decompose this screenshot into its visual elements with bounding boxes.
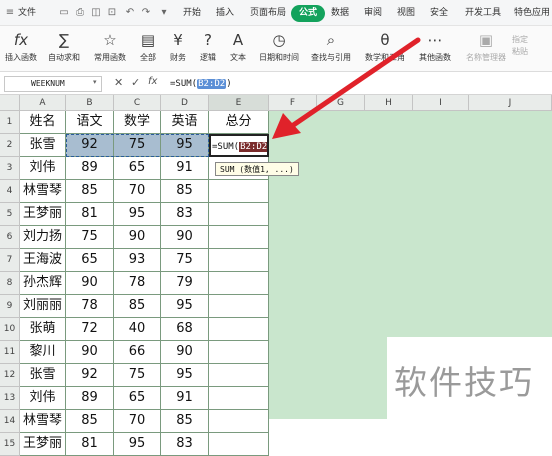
- row-header-15[interactable]: 15: [0, 433, 20, 456]
- total-cell[interactable]: [209, 433, 269, 456]
- annotation-arrow: [272, 37, 421, 139]
- table-cell[interactable]: 95: [114, 433, 161, 456]
- table-cell[interactable]: 81: [66, 433, 114, 456]
- table-cell[interactable]: 83: [161, 433, 209, 456]
- table-cell[interactable]: 王梦丽: [20, 433, 66, 456]
